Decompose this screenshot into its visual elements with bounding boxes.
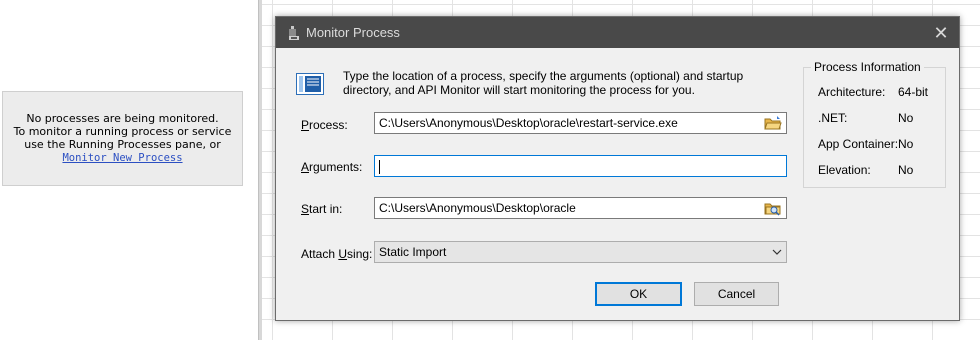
architecture-value: 64-bit — [898, 85, 929, 99]
elevation-value: No — [898, 163, 914, 177]
dialog-title: Monitor Process — [306, 25, 400, 40]
processes-pane: No processes are being monitored. To mon… — [0, 0, 258, 340]
cancel-button[interactable]: Cancel — [694, 282, 779, 306]
chevron-down-icon — [772, 249, 782, 255]
attach-using-value: Static Import — [379, 245, 447, 259]
empty-message-line2: To monitor a running process or service — [13, 125, 232, 138]
app-container-key: App Container: — [818, 137, 899, 151]
start-in-field[interactable]: C:\Users\Anonymous\Desktop\oracle — [374, 197, 787, 219]
app-container-value: No — [898, 137, 914, 151]
empty-message-line3: use the Running Processes pane, or — [24, 138, 221, 151]
dotnet-key: .NET: — [818, 111, 848, 125]
close-icon: ✕ — [933, 23, 949, 43]
folder-search-icon[interactable] — [764, 200, 782, 216]
start-in-field-value: C:\Users\Anonymous\Desktop\oracle — [379, 201, 576, 215]
process-field[interactable]: C:\Users\Anonymous\Desktop\oracle\restar… — [374, 112, 787, 134]
start-in-label: Start in: — [301, 202, 343, 216]
monitor-process-dialog: Monitor Process ✕ Type the location of a… — [275, 16, 960, 321]
dotnet-value: No — [898, 111, 914, 125]
process-information-title: Process Information — [811, 60, 924, 74]
process-label: Process: — [301, 118, 348, 132]
process-field-value: C:\Users\Anonymous\Desktop\oracle\restar… — [379, 116, 678, 130]
monitor-new-process-link[interactable]: Monitor New Process — [62, 152, 182, 164]
close-button[interactable]: ✕ — [929, 21, 953, 45]
text-caret — [379, 159, 380, 174]
empty-state-box: No processes are being monitored. To mon… — [2, 91, 243, 186]
window-icon — [296, 73, 324, 95]
app-icon — [289, 26, 299, 40]
attach-using-label: Attach Using: — [301, 247, 373, 261]
elevation-key: Elevation: — [818, 163, 871, 177]
arguments-label: Arguments: — [301, 160, 363, 174]
empty-message-line1: No processes are being monitored. — [26, 112, 219, 125]
architecture-key: Architecture: — [818, 85, 886, 99]
attach-using-select[interactable]: Static Import — [374, 241, 787, 263]
folder-open-icon[interactable] — [764, 115, 782, 131]
dialog-description: Type the location of a process, specify … — [343, 69, 744, 97]
ok-button[interactable]: OK — [595, 282, 682, 306]
dialog-titlebar[interactable]: Monitor Process ✕ — [276, 17, 959, 48]
arguments-field[interactable] — [374, 155, 787, 177]
